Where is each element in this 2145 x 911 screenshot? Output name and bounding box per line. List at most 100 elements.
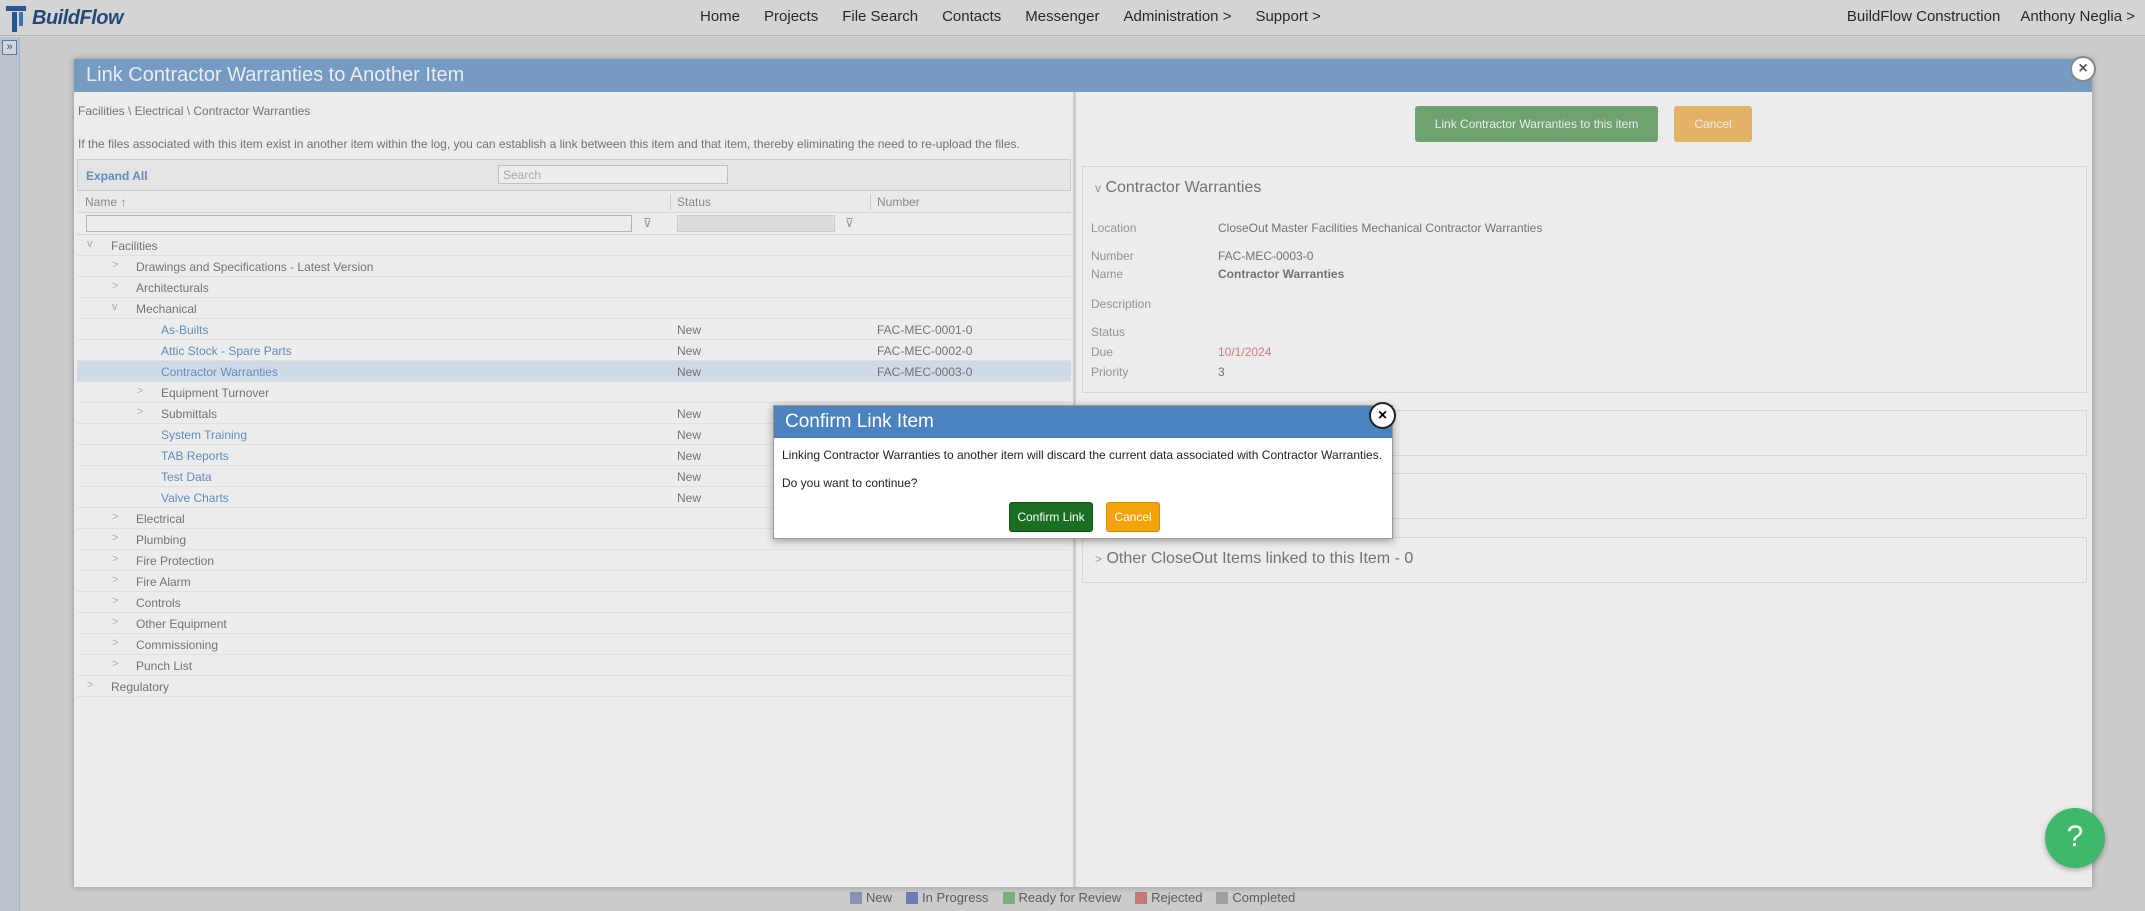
chevron-right-icon[interactable]: > bbox=[112, 259, 118, 271]
tree-row-name[interactable]: Drawings and Specifications - Latest Ver… bbox=[136, 260, 373, 274]
confirm-cancel-button[interactable]: Cancel bbox=[1106, 502, 1160, 532]
col-name-header[interactable]: Name ↑ bbox=[85, 195, 126, 209]
name-filter-input[interactable] bbox=[86, 215, 632, 232]
chevron-right-icon[interactable]: > bbox=[112, 658, 118, 670]
chevron-right-icon[interactable]: > bbox=[112, 616, 118, 628]
tree-row[interactable]: > Commissioning bbox=[77, 634, 1071, 655]
tree-row-number: FAC-MEC-0003-0 bbox=[877, 365, 973, 379]
name-value: Contractor Warranties bbox=[1218, 267, 1345, 281]
tree-row-name[interactable]: Fire Protection bbox=[136, 554, 214, 568]
chevron-right-icon[interactable]: > bbox=[112, 553, 118, 565]
confirm-link-button[interactable]: Confirm Link bbox=[1009, 502, 1093, 532]
tree-row-name[interactable]: Commissioning bbox=[136, 638, 218, 652]
tree-row-name[interactable]: Architecturals bbox=[136, 281, 209, 295]
tree-search-input[interactable]: Search bbox=[498, 165, 728, 184]
confirm-close-icon[interactable]: × bbox=[1369, 402, 1396, 429]
tree-row[interactable]: > Drawings and Specifications - Latest Ve… bbox=[77, 256, 1071, 277]
chevron-down-icon[interactable]: v bbox=[112, 301, 118, 313]
chevron-right-icon[interactable]: > bbox=[112, 511, 118, 523]
description-label: Description bbox=[1091, 297, 1152, 311]
tree-row-name[interactable]: Regulatory bbox=[111, 680, 169, 694]
chevron-down-icon[interactable]: v bbox=[87, 238, 93, 250]
confirm-dialog-title: Confirm Link Item bbox=[774, 406, 1392, 438]
location-label: Location bbox=[1091, 221, 1137, 235]
chevron-right-icon: > bbox=[1095, 552, 1103, 566]
tree-row-name[interactable]: Attic Stock - Spare Parts bbox=[161, 344, 292, 358]
expand-all-button[interactable]: Expand All bbox=[86, 169, 148, 183]
tree-row-status: New bbox=[677, 365, 702, 379]
location-value: CloseOut Master Facilities Mechanical Co… bbox=[1218, 221, 1543, 235]
tree-row[interactable]: > Fire Protection bbox=[77, 550, 1071, 571]
chevron-right-icon[interactable]: > bbox=[112, 595, 118, 607]
help-button[interactable]: ? bbox=[2045, 808, 2105, 868]
linked-items-section[interactable]: > Other CloseOut Items linked to this It… bbox=[1082, 537, 2087, 583]
priority-label: Priority bbox=[1091, 365, 1129, 379]
tree-row-name[interactable]: Contractor Warranties bbox=[161, 365, 278, 379]
priority-value: 3 bbox=[1218, 365, 1225, 379]
detail-card-title[interactable]: v Contractor Warranties bbox=[1095, 179, 1261, 197]
chevron-right-icon[interactable]: > bbox=[112, 532, 118, 544]
tree-row[interactable]: > Other Equipment bbox=[77, 613, 1071, 634]
detail-card: v Contractor Warranties Location CloseOu… bbox=[1082, 166, 2087, 393]
tree-row[interactable]: > Punch List bbox=[77, 655, 1071, 676]
tree-row[interactable]: > Controls bbox=[77, 592, 1071, 613]
tree-row-name[interactable]: Plumbing bbox=[136, 533, 186, 547]
tree-row[interactable]: v Facilities bbox=[77, 235, 1071, 256]
chevron-down-icon: v bbox=[1095, 181, 1101, 195]
confirm-message: Linking Contractor Warranties to another… bbox=[782, 448, 1383, 462]
name-label: Name bbox=[1091, 267, 1124, 281]
tree-row[interactable]: Contractor Warranties New FAC-MEC-0003-0 bbox=[77, 361, 1071, 382]
tree-row-name[interactable]: Submittals bbox=[161, 407, 217, 421]
tree-row-status: New bbox=[677, 428, 702, 442]
tree-row[interactable]: v Mechanical bbox=[77, 298, 1071, 319]
tree-row[interactable]: > Equipment Turnover bbox=[77, 382, 1071, 403]
confirm-question: Do you want to continue? bbox=[782, 476, 918, 490]
chevron-right-icon[interactable]: > bbox=[87, 679, 93, 691]
tree-row-name[interactable]: TAB Reports bbox=[161, 449, 229, 463]
chevron-right-icon[interactable]: > bbox=[112, 574, 118, 586]
tree-row-name[interactable]: System Training bbox=[161, 428, 247, 442]
tree-row-name[interactable]: Mechanical bbox=[136, 302, 197, 316]
name-filter-icon[interactable]: ⊽ bbox=[643, 216, 652, 230]
tree-row-name[interactable]: Equipment Turnover bbox=[161, 386, 269, 400]
tree-row-name[interactable]: Punch List bbox=[136, 659, 192, 673]
tree-row-number: FAC-MEC-0001-0 bbox=[877, 323, 973, 337]
item-breadcrumb: Facilities \ Electrical \ Contractor War… bbox=[78, 104, 311, 118]
tree-row[interactable]: > Fire Alarm bbox=[77, 571, 1071, 592]
tree-row-name[interactable]: Electrical bbox=[136, 512, 185, 526]
status-filter-icon[interactable]: ⊽ bbox=[845, 216, 854, 230]
tree-row-name[interactable]: As-Builts bbox=[161, 323, 208, 337]
tree-row-name[interactable]: Fire Alarm bbox=[136, 575, 191, 589]
chevron-right-icon[interactable]: > bbox=[137, 385, 143, 397]
col-number-header[interactable]: Number bbox=[877, 195, 920, 209]
tree-row-name[interactable]: Facilities bbox=[111, 239, 158, 253]
tree-row[interactable]: Attic Stock - Spare Parts New FAC-MEC-0002… bbox=[77, 340, 1071, 361]
status-filter-select[interactable] bbox=[677, 215, 835, 232]
confirm-link-dialog: Confirm Link Item Linking Contractor War… bbox=[773, 405, 1393, 539]
grid-filter-row: ⊽ ⊽ bbox=[77, 213, 1071, 235]
linked-items-title[interactable]: > Other CloseOut Items linked to this It… bbox=[1095, 550, 1413, 568]
link-info-text: If the files associated with this item e… bbox=[78, 137, 1020, 151]
tree-row-status: New bbox=[677, 449, 702, 463]
due-value: 10/1/2024 bbox=[1218, 345, 1272, 359]
tree-row-name[interactable]: Test Data bbox=[161, 470, 212, 484]
tree-row[interactable]: As-Builts New FAC-MEC-0001-0 bbox=[77, 319, 1071, 340]
tree-row-name[interactable]: Controls bbox=[136, 596, 181, 610]
tree-row[interactable]: > Architecturals bbox=[77, 277, 1071, 298]
chevron-right-icon[interactable]: > bbox=[112, 280, 118, 292]
link-to-item-button[interactable]: Link Contractor Warranties to this item bbox=[1415, 106, 1658, 142]
cancel-link-button[interactable]: Cancel bbox=[1674, 106, 1752, 142]
grid-header: Name ↑ Status Number bbox=[77, 191, 1071, 213]
sort-asc-icon: ↑ bbox=[120, 195, 127, 209]
link-modal-close-icon[interactable]: × bbox=[2070, 56, 2096, 82]
status-label: Status bbox=[1091, 325, 1126, 339]
due-label: Due bbox=[1091, 345, 1114, 359]
tree-row[interactable]: > Regulatory bbox=[77, 676, 1071, 697]
chevron-right-icon[interactable]: > bbox=[137, 406, 143, 418]
tree-row-name[interactable]: Other Equipment bbox=[136, 617, 227, 631]
chevron-right-icon[interactable]: > bbox=[112, 637, 118, 649]
col-status-header[interactable]: Status bbox=[677, 195, 711, 209]
tree-row-number: FAC-MEC-0002-0 bbox=[877, 344, 973, 358]
tree-row-name[interactable]: Valve Charts bbox=[161, 491, 229, 505]
tree-toolbar: Expand All Search bbox=[77, 159, 1071, 191]
